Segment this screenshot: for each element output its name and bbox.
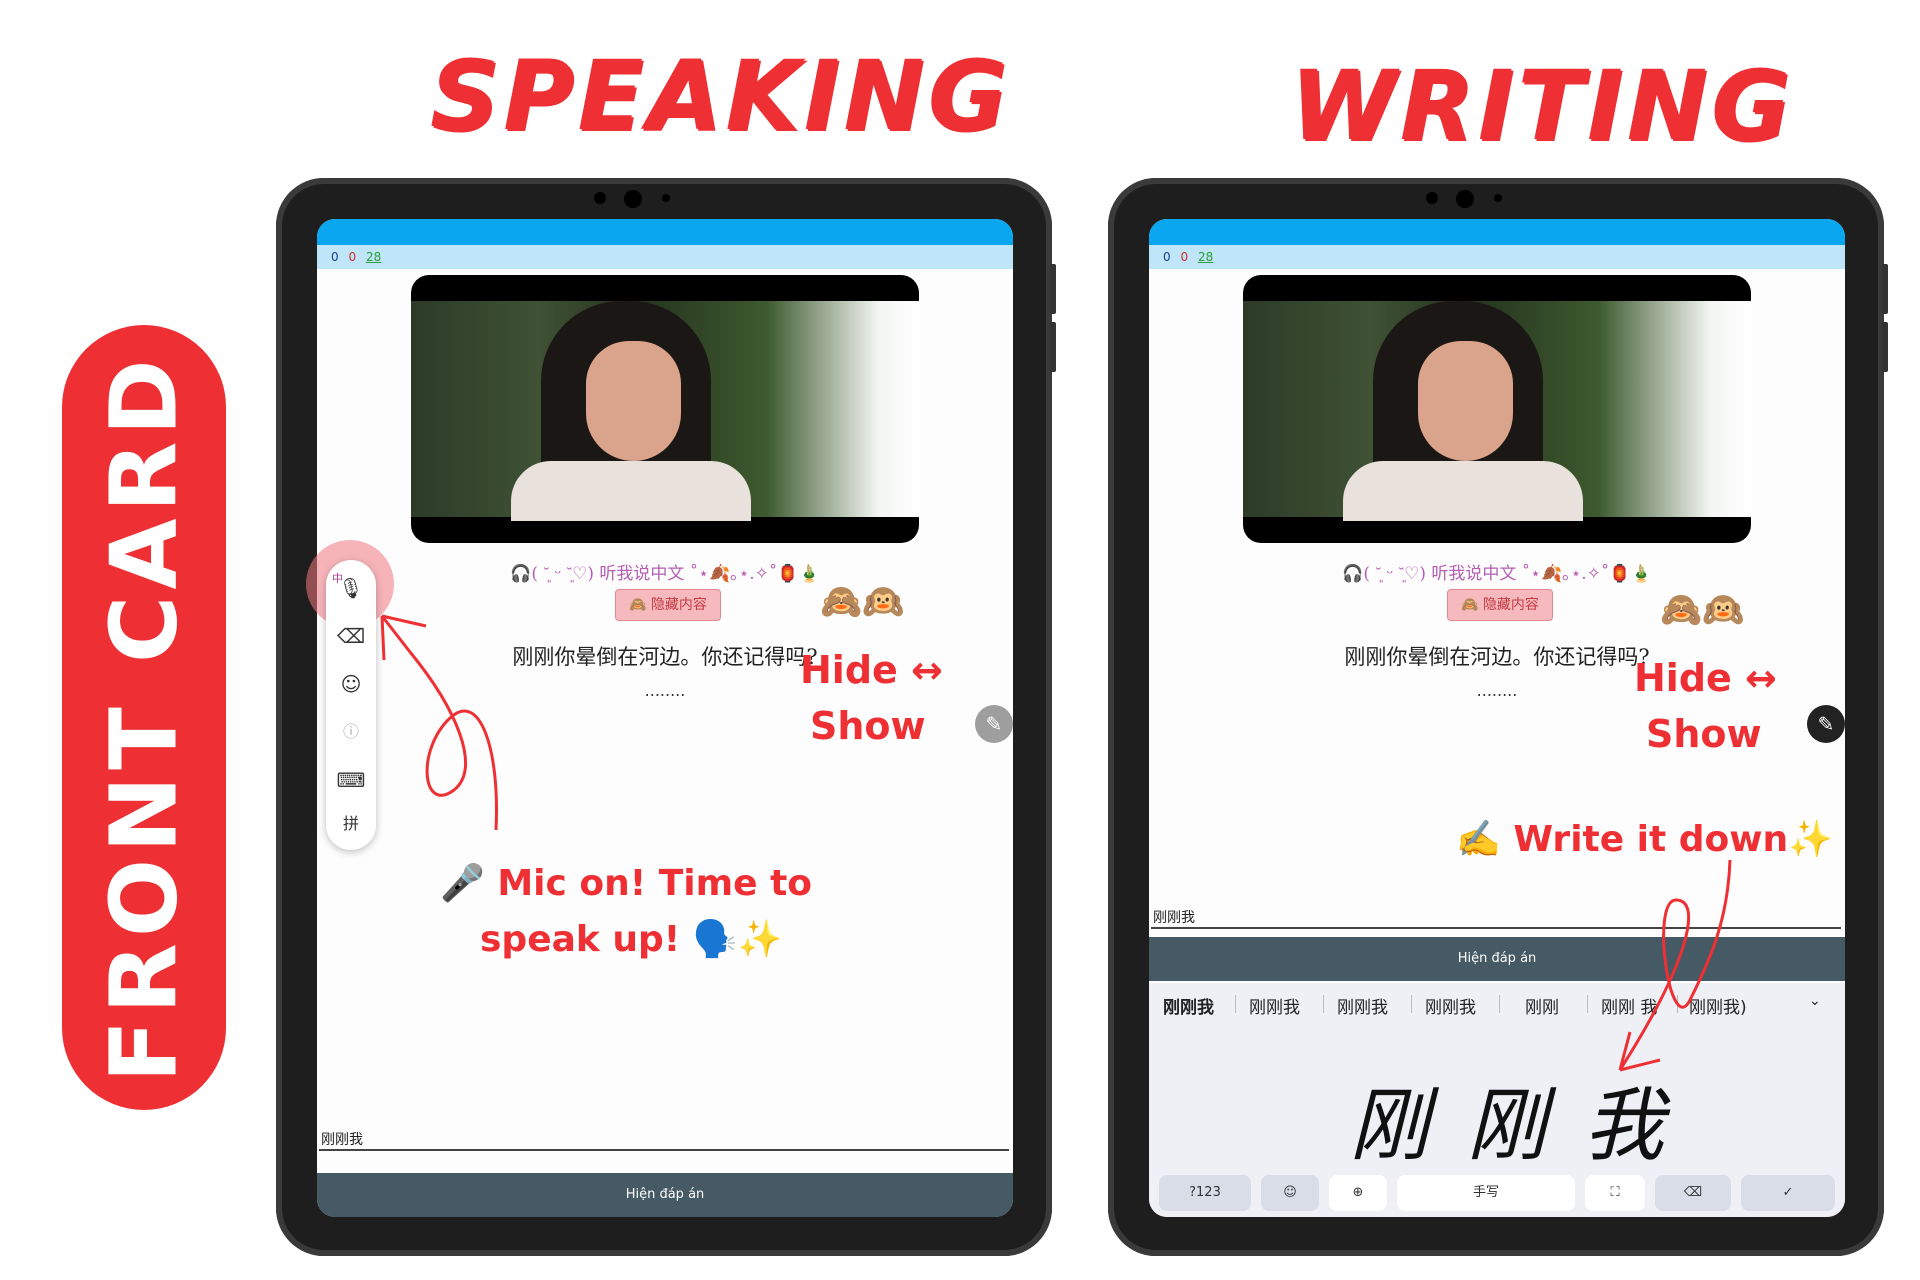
- video-player[interactable]: [411, 275, 919, 543]
- monkeys-emoji: 🙈🙉: [820, 582, 905, 622]
- chevron-down-icon[interactable]: ⌄: [1809, 993, 1821, 1009]
- show-answer-button[interactable]: Hiện đáp án: [317, 1173, 1013, 1217]
- power-button: [1882, 322, 1888, 372]
- volume-button: [1882, 264, 1888, 314]
- speaking-heading: SPEAKING: [430, 40, 1011, 152]
- review-count: 28: [365, 250, 382, 264]
- hide-content-button[interactable]: 🙈 隐藏内容: [1447, 589, 1553, 621]
- answer-input[interactable]: 刚刚我: [1153, 907, 1195, 927]
- numbers-key[interactable]: ?123: [1159, 1175, 1251, 1211]
- learn-count: 0: [1180, 250, 1189, 264]
- info-icon[interactable]: ⓘ: [326, 712, 376, 752]
- candidate-divider: [1587, 995, 1588, 1013]
- emoji-icon[interactable]: ☺: [1261, 1175, 1319, 1211]
- camera-dot: [1426, 192, 1438, 204]
- learn-count: 0: [348, 250, 357, 264]
- arrow-to-handwriting-icon: [1618, 860, 1732, 1072]
- monkeys-emoji: 🙈🙉: [1660, 590, 1745, 630]
- emoji-icon[interactable]: ☺: [326, 664, 376, 704]
- handwrite-key[interactable]: 手写: [1397, 1175, 1575, 1211]
- review-count: 28: [1197, 250, 1214, 264]
- video-player[interactable]: [1243, 275, 1751, 543]
- candidate-divider: [1323, 995, 1324, 1013]
- shirt-shape: [511, 461, 751, 521]
- status-bar: [317, 219, 1013, 245]
- answer-underline: [319, 1149, 1009, 1151]
- candidate-divider: [1235, 995, 1236, 1013]
- sensor-dot: [662, 194, 670, 202]
- arrow-to-mic-icon: [380, 614, 498, 831]
- candidate-item[interactable]: 刚刚: [1525, 993, 1559, 1018]
- face-shape: [586, 341, 681, 461]
- keyboard-key-row: ?123 ☺ ⊕ 手写 ⛶ ⌫ ✓: [1149, 1175, 1845, 1213]
- candidate-divider: [1499, 995, 1500, 1013]
- hide-show-label-1: Hide ↔: [800, 648, 943, 692]
- keyboard-icon[interactable]: ⌨: [326, 760, 376, 800]
- shirt-shape: [1343, 461, 1583, 521]
- hide-show-label-2: Show: [810, 704, 926, 748]
- card-subtitle: 🎧( ˘͈ ᵕ ˘͈♡) 听我说中文 ˚⋆🍂｡⋆.✧˚🏮🎍: [510, 564, 820, 584]
- camera-dot: [594, 192, 606, 204]
- camera-lens-icon: [1456, 190, 1474, 208]
- card-subtitle: 🎧( ˘͈ ᵕ ˘͈♡) 听我说中文 ˚⋆🍂｡⋆.✧˚🏮🎍: [1342, 564, 1652, 584]
- card-counters: 0 0 28: [317, 245, 1013, 269]
- volume-button: [1050, 264, 1056, 314]
- status-bar: [1149, 219, 1845, 245]
- front-card-label: FRONT CARD: [62, 325, 226, 1110]
- candidate-divider: [1411, 995, 1412, 1013]
- hide-show-label-1: Hide ↔: [1634, 656, 1777, 700]
- write-caption: ✍️ Write it down✨: [1456, 819, 1833, 860]
- face-shape: [1418, 341, 1513, 461]
- power-button: [1050, 322, 1056, 372]
- camera-lens-icon: [624, 190, 642, 208]
- globe-icon[interactable]: ⊕: [1329, 1175, 1387, 1211]
- pinyin-key[interactable]: 拼: [326, 804, 376, 844]
- backspace-icon[interactable]: ⌫: [326, 616, 376, 656]
- writing-heading: WRITING: [1290, 50, 1794, 162]
- front-card-text: FRONT CARD: [90, 352, 198, 1083]
- mic-caption-line2: speak up! 🗣️✨: [480, 919, 783, 960]
- fullscreen-icon[interactable]: ⛶: [1585, 1175, 1645, 1211]
- hide-show-label-2: Show: [1646, 712, 1762, 756]
- pencil-icon[interactable]: ✎: [975, 705, 1013, 743]
- pencil-icon[interactable]: ✎: [1807, 705, 1845, 743]
- hide-content-button[interactable]: 🙈 隐藏内容: [615, 589, 721, 621]
- candidate-item[interactable]: 刚刚我: [1425, 993, 1476, 1018]
- new-count: 0: [1163, 250, 1171, 264]
- candidate-item[interactable]: 刚刚我: [1163, 993, 1214, 1018]
- video-frame: [1243, 301, 1751, 521]
- tablet-writing: 0 0 28 🎧( ˘͈ ᵕ ˘͈♡) 听我说中文 ˚⋆🍂｡⋆.✧˚🏮🎍 🙈 隐…: [1108, 178, 1888, 1256]
- card-counters: 0 0 28: [1149, 245, 1845, 269]
- sensor-dot: [1494, 194, 1502, 202]
- new-count: 0: [331, 250, 339, 264]
- candidate-item[interactable]: 刚刚我: [1337, 993, 1388, 1018]
- checkmark-icon[interactable]: ✓: [1741, 1175, 1835, 1211]
- video-frame: [411, 301, 919, 521]
- mic-caption-line1: 🎤 Mic on! Time to: [440, 863, 813, 904]
- candidate-item[interactable]: 刚刚我: [1249, 993, 1300, 1018]
- ime-chinese-indicator: 中: [332, 572, 343, 585]
- voice-input-toolbar: 🎙 ⌫ ☺ ⓘ ⌨ 拼: [326, 560, 376, 850]
- backspace-icon[interactable]: ⌫: [1655, 1175, 1731, 1211]
- answer-input[interactable]: 刚刚我: [321, 1129, 363, 1149]
